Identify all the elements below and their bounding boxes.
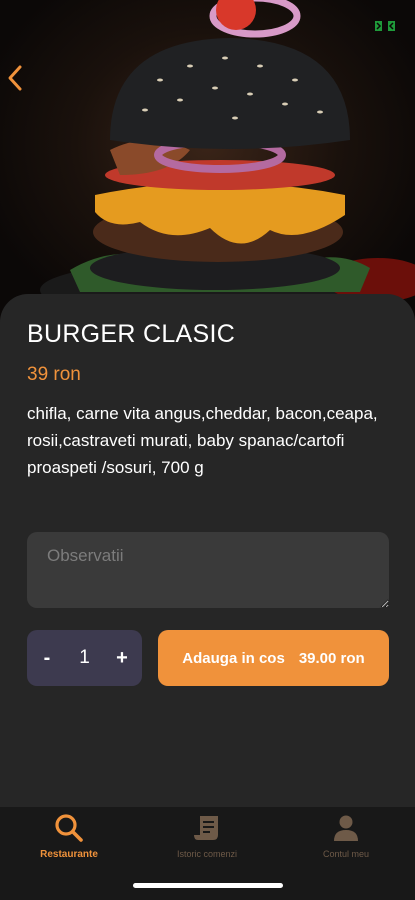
home-indicator — [133, 883, 283, 888]
fullscreen-icon[interactable] — [374, 20, 396, 32]
tab-contul-meu[interactable]: Contul meu — [277, 807, 415, 877]
tab-restaurante[interactable]: Restaurante — [0, 807, 138, 877]
user-icon — [334, 815, 358, 841]
top-bun — [110, 38, 350, 149]
quantity-value: 1 — [79, 647, 90, 668]
decrease-button[interactable]: - — [39, 647, 55, 670]
burger-illustration — [40, 0, 415, 320]
add-to-cart-label: Adauga in cos — [182, 649, 285, 667]
back-button[interactable] — [6, 64, 34, 100]
increase-button[interactable]: + — [114, 647, 130, 670]
tab-label: Contul meu — [322, 849, 370, 859]
search-icon — [55, 814, 83, 842]
add-to-cart-price: 39.00 ron — [298, 649, 365, 667]
tab-label: Istoric comenzi — [176, 849, 238, 859]
tab-istoric-comenzi[interactable]: Istoric comenzi — [138, 807, 276, 877]
product-title: BURGER CLASIC — [27, 320, 236, 348]
add-to-cart-button[interactable]: Adauga in cos 39.00 ron — [158, 630, 389, 686]
product-price: 39 ron — [27, 364, 81, 385]
product-image — [0, 0, 415, 320]
receipt-icon — [194, 816, 218, 840]
chevron-left-icon — [8, 65, 22, 91]
product-description: chifla, carne vita angus,cheddar, bacon,… — [27, 404, 378, 477]
quantity-stepper: - 1 + — [27, 630, 142, 686]
tab-label: Restaurante — [40, 849, 98, 860]
notes-input[interactable] — [27, 532, 389, 608]
